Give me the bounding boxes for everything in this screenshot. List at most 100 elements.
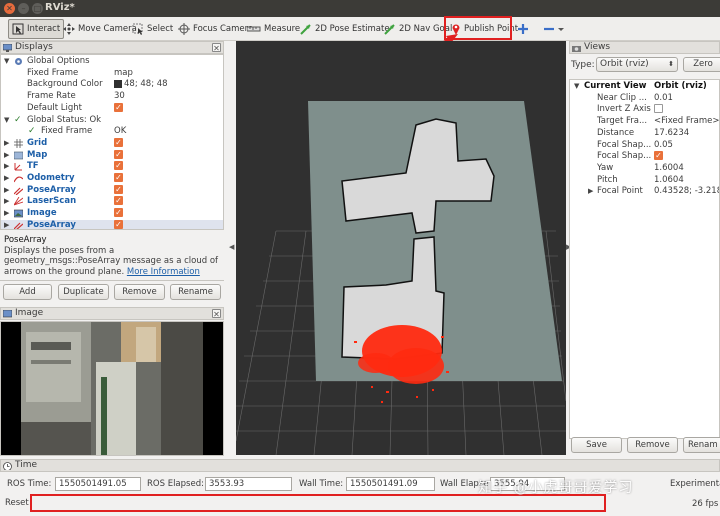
current-view-row[interactable]: ▼ Current View Orbit (rviz) [570, 81, 719, 93]
tool-bar: Interact Move Camera Select Focus Camera… [0, 17, 720, 41]
view-prop-row[interactable]: Near Clip ... 0.01 [570, 93, 719, 105]
3d-render-viewport[interactable] [236, 41, 566, 455]
tree-row-posearray[interactable]: ▶ PoseArray ✓ [1, 184, 223, 197]
reset-button[interactable]: Reset [2, 497, 30, 512]
expand-right-icon[interactable]: ▶ [4, 150, 9, 162]
expand-right-icon[interactable]: ▶ [4, 161, 9, 173]
view-prop-row[interactable]: Yaw 1.6004 [570, 163, 719, 175]
tree-value[interactable]: 30 [114, 91, 125, 103]
rename-view-button[interactable]: Renam [683, 437, 720, 453]
view-prop-value[interactable]: 0.05 [654, 140, 673, 152]
duplicate-display-button[interactable]: Duplicate [58, 284, 109, 300]
tree-row-default-light[interactable]: Default Light ✓ [1, 102, 223, 115]
view-prop-row[interactable]: Focal Shap... ✓ [570, 151, 719, 163]
zero-button[interactable]: Zero [683, 57, 720, 72]
view-prop-value[interactable]: 1.0604 [654, 175, 684, 187]
checkbox-checked[interactable]: ✓ [114, 208, 123, 218]
tree-row-global-options[interactable]: ▼ Global Options [1, 56, 223, 68]
view-prop-row[interactable]: ▶ Focal Point 0.43528; -3.2186 [570, 186, 719, 198]
view-prop-value[interactable]: <Fixed Frame> [654, 116, 719, 128]
view-prop-row[interactable]: Distance 17.6234 [570, 127, 719, 140]
view-prop-row[interactable]: Pitch 1.0604 [570, 175, 719, 187]
save-view-button[interactable]: Save [571, 437, 622, 453]
tree-row-fixed-frame-status[interactable]: ✓ Fixed Frame OK [1, 126, 223, 138]
view-prop-row[interactable]: Target Fra... <Fixed Frame> [570, 116, 719, 128]
checkbox-checked[interactable]: ✓ [114, 137, 123, 147]
remove-display-button[interactable]: Remove [114, 284, 165, 300]
tree-label: Global Status: Ok [27, 114, 102, 125]
add-display-button[interactable]: Add [3, 284, 52, 300]
view-prop-value[interactable]: 0.43528; -3.2186 [654, 186, 719, 198]
pose-estimate-tool-button[interactable]: 2D Pose Estimate [297, 19, 393, 39]
view-prop-value[interactable]: 1.6004 [654, 163, 684, 175]
camera-icon [572, 46, 581, 52]
tree-row-odometry[interactable]: ▶ Odometry ✓ [1, 173, 223, 185]
tree-row-grid[interactable]: ▶ Grid ✓ [1, 137, 223, 150]
checkbox-checked[interactable]: ✓ [114, 219, 123, 229]
expand-right-icon[interactable]: ▶ [4, 196, 9, 208]
expand-right-icon[interactable]: ▶ [4, 138, 9, 150]
tree-row-map[interactable]: ▶ Map ✓ [1, 149, 223, 162]
tree-row-laserscan[interactable]: ▶ LaserScan ✓ [1, 196, 223, 208]
expand-down-icon[interactable]: ▼ [4, 115, 9, 127]
view-prop-label: Distance [597, 127, 635, 138]
checkbox-checked[interactable]: ✓ [114, 184, 123, 194]
checkbox-checked[interactable]: ✓ [114, 161, 123, 171]
current-view-tree: ▼ Current View Orbit (rviz) Near Clip ..… [569, 79, 720, 439]
checkbox-checked[interactable]: ✓ [114, 196, 123, 206]
tree-row-posearray-selected[interactable]: ▶ PoseArray ✓ [1, 219, 223, 229]
ros-elapsed-field[interactable]: 3553.93 [205, 477, 292, 491]
time-panel-title: Time [15, 460, 38, 470]
close-icon[interactable]: ✕ [212, 43, 221, 53]
tree-row-frame-rate[interactable]: Frame Rate 30 [1, 91, 223, 103]
image-panel-header[interactable]: Image ✕ [0, 307, 224, 320]
tree-row-fixed-frame[interactable]: Fixed Frame map [1, 68, 223, 80]
view-prop-value[interactable]: 17.6234 [654, 128, 689, 140]
views-panel-header[interactable]: Views [569, 41, 720, 54]
tree-row-tf[interactable]: ▶ TF ✓ [1, 161, 223, 173]
remove-view-button[interactable]: Remove [627, 437, 678, 453]
view-type-select[interactable]: Orbit (rviz) ⬍ [596, 57, 678, 72]
add-tool-button[interactable] [515, 19, 531, 39]
checkbox-checked[interactable]: ✓ [114, 173, 123, 182]
select-tool-button[interactable]: Select [129, 19, 176, 39]
current-view-type: Orbit (rviz) [654, 81, 707, 91]
displays-panel-header[interactable]: Displays ✕ [0, 41, 224, 54]
view-prop-value[interactable]: 0.01 [654, 93, 673, 105]
expand-right-icon[interactable]: ▶ [4, 185, 9, 197]
expand-right-icon[interactable]: ▶ [588, 186, 593, 198]
expand-down-icon[interactable]: ▼ [4, 56, 9, 68]
move-camera-tool-button[interactable]: Move Camera [60, 19, 140, 39]
tree-row-global-status[interactable]: ▼ ✓ Global Status: Ok [1, 115, 223, 127]
interact-tool-button[interactable]: Interact [8, 19, 65, 39]
pose-array-icon [14, 187, 23, 195]
checkbox-checked[interactable]: ✓ [114, 149, 123, 159]
expand-right-icon[interactable]: ▶ [4, 173, 9, 185]
expand-down-icon[interactable]: ▼ [574, 81, 579, 93]
view-prop-row[interactable]: Focal Shap... 0.05 [570, 140, 719, 152]
tree-row-background-color[interactable]: Background Color 48; 48; 48 [1, 79, 223, 91]
remove-tool-button[interactable] [541, 19, 567, 39]
wall-time-field[interactable]: 1550501491.09 [346, 477, 435, 491]
tree-row-image[interactable]: ▶ Image ✓ [1, 208, 223, 220]
minimize-window-icon[interactable]: – [18, 3, 29, 14]
maximize-window-icon[interactable]: □ [32, 3, 43, 14]
checkbox-unchecked[interactable] [654, 104, 663, 114]
expand-right-icon[interactable]: ▶ [4, 208, 9, 220]
rename-display-button[interactable]: Rename [170, 284, 221, 300]
time-panel-header[interactable]: Time [0, 459, 720, 472]
measure-tool-button[interactable]: Measure [244, 19, 303, 39]
close-window-icon[interactable]: ✕ [4, 3, 15, 14]
close-icon[interactable]: ✕ [212, 309, 221, 319]
experimental-checkbox-label[interactable]: Experimenta [670, 479, 720, 489]
checkbox-checked[interactable]: ✓ [114, 102, 123, 112]
tree-value[interactable]: map [114, 68, 133, 80]
more-information-link[interactable]: More Information [127, 267, 200, 277]
view-prop-row[interactable]: Invert Z Axis [570, 104, 719, 116]
ros-time-field[interactable]: 1550501491.05 [55, 477, 141, 491]
color-value-cell[interactable]: 48; 48; 48 [114, 79, 168, 91]
collapse-left-arrow-icon[interactable]: ◀ [229, 243, 234, 251]
measure-tool-label: Measure [264, 24, 301, 34]
expand-right-icon[interactable]: ▶ [4, 220, 9, 229]
checkbox-checked[interactable]: ✓ [654, 151, 663, 161]
